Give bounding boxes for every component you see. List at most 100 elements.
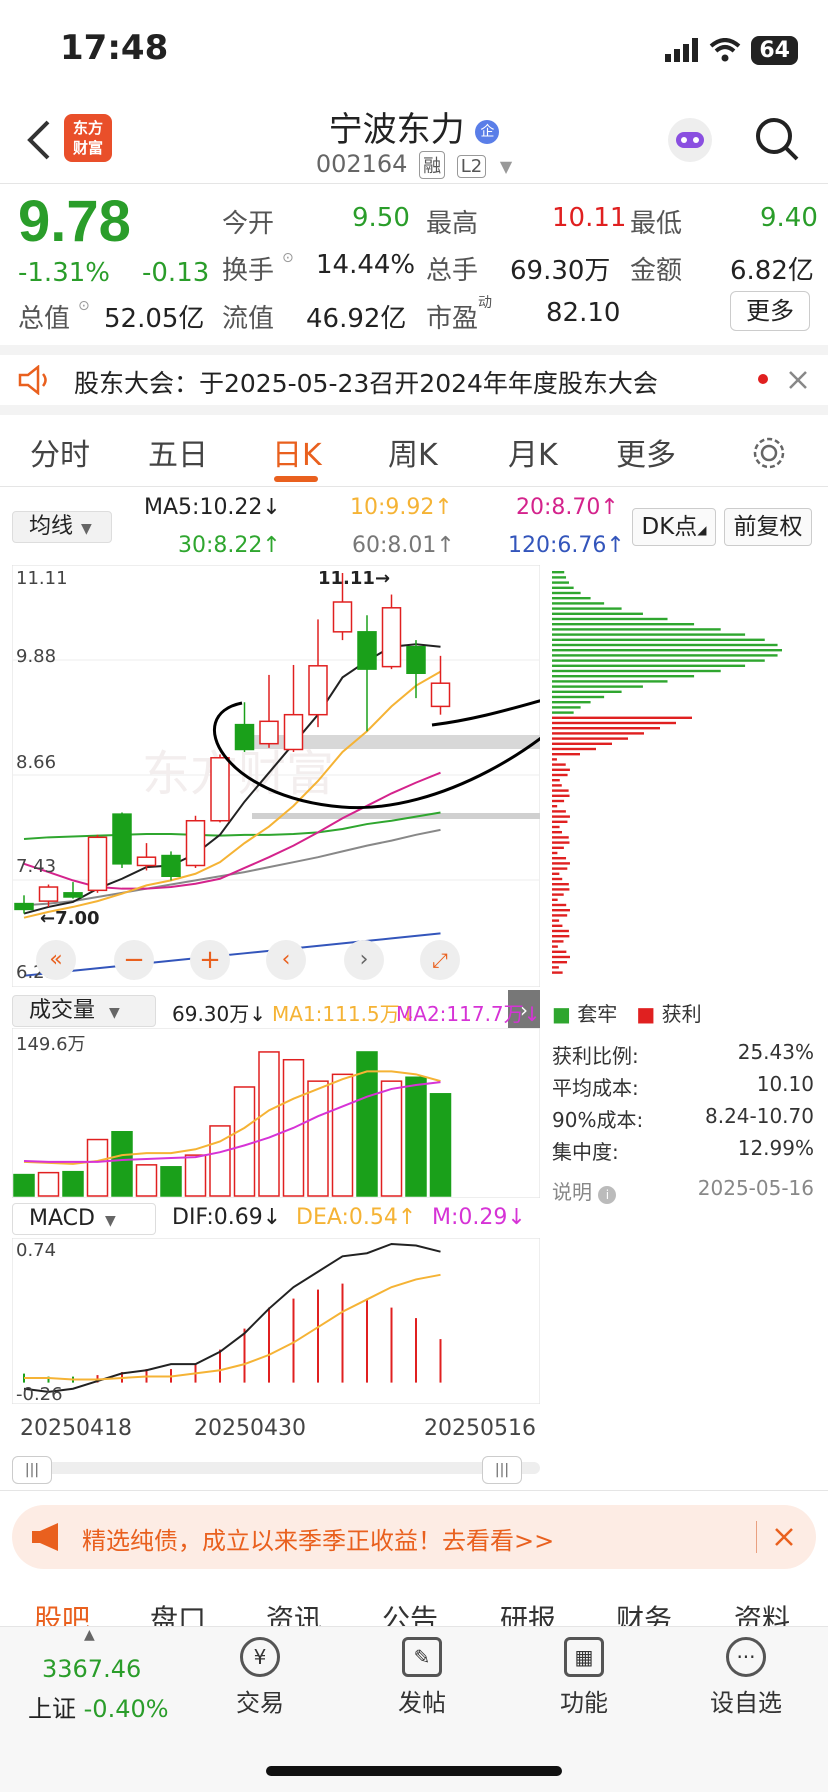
ma-type-select[interactable]: 均线 ▼ bbox=[12, 511, 112, 543]
chip-bar bbox=[552, 711, 574, 714]
close-icon[interactable] bbox=[774, 1527, 794, 1547]
indicator-select-volume[interactable]: 成交量 ▼ bbox=[12, 995, 156, 1027]
candle-body bbox=[430, 682, 451, 708]
settings-gear-icon[interactable] bbox=[752, 436, 786, 470]
nav-functions[interactable]: ▦ 功能 bbox=[524, 1637, 644, 1718]
chip-bar bbox=[552, 805, 558, 808]
chip-bar bbox=[552, 867, 568, 870]
chip-bar bbox=[552, 784, 562, 787]
volume-bar bbox=[86, 1138, 109, 1197]
adjust-fq-button[interactable]: 前复权 bbox=[724, 508, 812, 546]
scroll-start-button[interactable]: « bbox=[36, 940, 76, 980]
change-amount: -0.13 bbox=[142, 258, 210, 288]
index-value[interactable]: 3367.46 bbox=[42, 1655, 141, 1683]
tab-more[interactable]: 更多 bbox=[616, 430, 676, 474]
volume-bar bbox=[184, 1154, 207, 1197]
chip-bar bbox=[552, 851, 558, 855]
chip-bar bbox=[552, 857, 567, 860]
indicator-select-macd[interactable]: MACD ▼ bbox=[12, 1203, 156, 1235]
nav-trade[interactable]: ¥ 交易 bbox=[200, 1637, 320, 1718]
section-divider bbox=[0, 405, 828, 415]
range-slider-left-handle[interactable]: ||| bbox=[12, 1456, 52, 1484]
chip-bar bbox=[552, 799, 565, 803]
chip-bar bbox=[552, 810, 566, 813]
volume-bar bbox=[233, 1086, 256, 1197]
more-quote-button[interactable]: 更多 bbox=[730, 291, 810, 331]
candle-body bbox=[161, 854, 181, 878]
chip-bar bbox=[552, 695, 605, 699]
pe-label: 市盈 bbox=[426, 304, 479, 334]
volume-bar bbox=[160, 1166, 182, 1197]
chip-bar bbox=[552, 883, 569, 886]
tab-five-day[interactable]: 五日 bbox=[148, 430, 208, 474]
pe-value: 82.10 bbox=[546, 298, 621, 328]
chip-note-row[interactable]: 说明 i 2025-05-16 bbox=[552, 1176, 814, 1205]
chip-bar bbox=[552, 607, 622, 610]
volume-max-label: 149.6万 bbox=[16, 1034, 86, 1055]
promo-banner[interactable]: 精选纯债，成立以来季季正收益！去看看>> bbox=[12, 1505, 816, 1569]
tab-weekly-k[interactable]: 周K bbox=[388, 430, 438, 474]
chip-bar bbox=[552, 794, 570, 797]
high-marker: 11.11→ bbox=[318, 568, 391, 589]
info-dots-icon[interactable]: ⊙ bbox=[78, 298, 90, 314]
chip-bar bbox=[552, 737, 628, 740]
volume-bar bbox=[307, 1080, 329, 1197]
macd-bottom-label: -0.26 bbox=[16, 1384, 63, 1405]
pe-dynamic-sup: 动 bbox=[478, 295, 492, 311]
ma60-value: 60:8.01↑ bbox=[352, 533, 455, 558]
chip-bar bbox=[552, 571, 565, 574]
search-icon[interactable] bbox=[754, 116, 800, 162]
scroll-left-button[interactable]: ‹ bbox=[266, 940, 306, 980]
edit-icon: ✎ bbox=[402, 1637, 442, 1677]
candle-body bbox=[112, 813, 132, 865]
section-divider bbox=[0, 345, 828, 355]
range-slider-right-handle[interactable]: ||| bbox=[482, 1456, 522, 1484]
chip-bar bbox=[552, 591, 581, 595]
chip-bar bbox=[552, 919, 560, 922]
high-value: 10.11 bbox=[552, 203, 627, 233]
current-price: 9.78 bbox=[18, 189, 131, 254]
range-slider-track[interactable] bbox=[16, 1462, 540, 1474]
info-dots-icon[interactable]: ⊙ bbox=[282, 250, 294, 266]
price-axis-label: 7.43 bbox=[16, 856, 57, 877]
dk-point-button[interactable]: DK点◢ bbox=[632, 508, 716, 546]
chip-bar bbox=[552, 628, 721, 631]
fullscreen-icon[interactable]: ⤢ bbox=[420, 940, 460, 980]
volume-value: 69.30万↓ bbox=[172, 1002, 267, 1026]
volume-bar bbox=[209, 1125, 231, 1197]
price-axis-label: 9.88 bbox=[16, 646, 57, 667]
chip-bar bbox=[552, 721, 676, 725]
grid-icon: ▦ bbox=[564, 1637, 604, 1677]
open-value: 9.50 bbox=[352, 203, 410, 233]
header-divider bbox=[0, 183, 828, 184]
cost-90-row: 90%成本: 8.24-10.70 bbox=[552, 1104, 814, 1132]
period-tabs: 分时 五日 日K 周K 月K 更多 bbox=[0, 430, 828, 476]
chip-bar bbox=[552, 690, 622, 693]
nav-post[interactable]: ✎ 发帖 bbox=[362, 1637, 482, 1718]
close-icon[interactable] bbox=[788, 370, 808, 390]
chip-bar bbox=[552, 955, 570, 959]
float-value: 46.92亿 bbox=[306, 304, 407, 334]
tab-intraday[interactable]: 分时 bbox=[30, 430, 90, 474]
chip-bar bbox=[552, 706, 581, 709]
stock-name: 宁波东力 bbox=[328, 110, 465, 150]
chip-bar bbox=[552, 576, 567, 579]
chip-bar bbox=[552, 675, 695, 678]
volume-chart[interactable] bbox=[12, 1028, 540, 1198]
content-tabs: 股吧 盘口 资讯 公告 研报 财务 资料 bbox=[0, 1590, 828, 1630]
index-line[interactable]: 上证 -0.40% bbox=[28, 1689, 169, 1724]
scroll-right-button[interactable]: › bbox=[344, 940, 384, 980]
zoom-in-button[interactable]: + bbox=[190, 940, 230, 980]
volume-bar bbox=[37, 1171, 60, 1197]
nav-add-watchlist[interactable]: ··· 设自选 bbox=[686, 1637, 806, 1718]
zoom-out-button[interactable]: − bbox=[114, 940, 154, 980]
tab-daily-k[interactable]: 日K bbox=[272, 430, 322, 474]
macd-chart[interactable] bbox=[12, 1238, 540, 1404]
tab-monthly-k[interactable]: 月K bbox=[508, 430, 558, 474]
chip-bar bbox=[552, 586, 574, 589]
chip-bar bbox=[552, 940, 564, 943]
candle-body bbox=[406, 645, 426, 675]
notice-text[interactable]: 股东大会：于2025-05-23召开2024年年度股东大会 bbox=[74, 364, 658, 400]
robot-assistant-icon[interactable] bbox=[666, 116, 714, 164]
chip-legend: ■ 套牢 ■ 获利 bbox=[552, 1002, 702, 1026]
